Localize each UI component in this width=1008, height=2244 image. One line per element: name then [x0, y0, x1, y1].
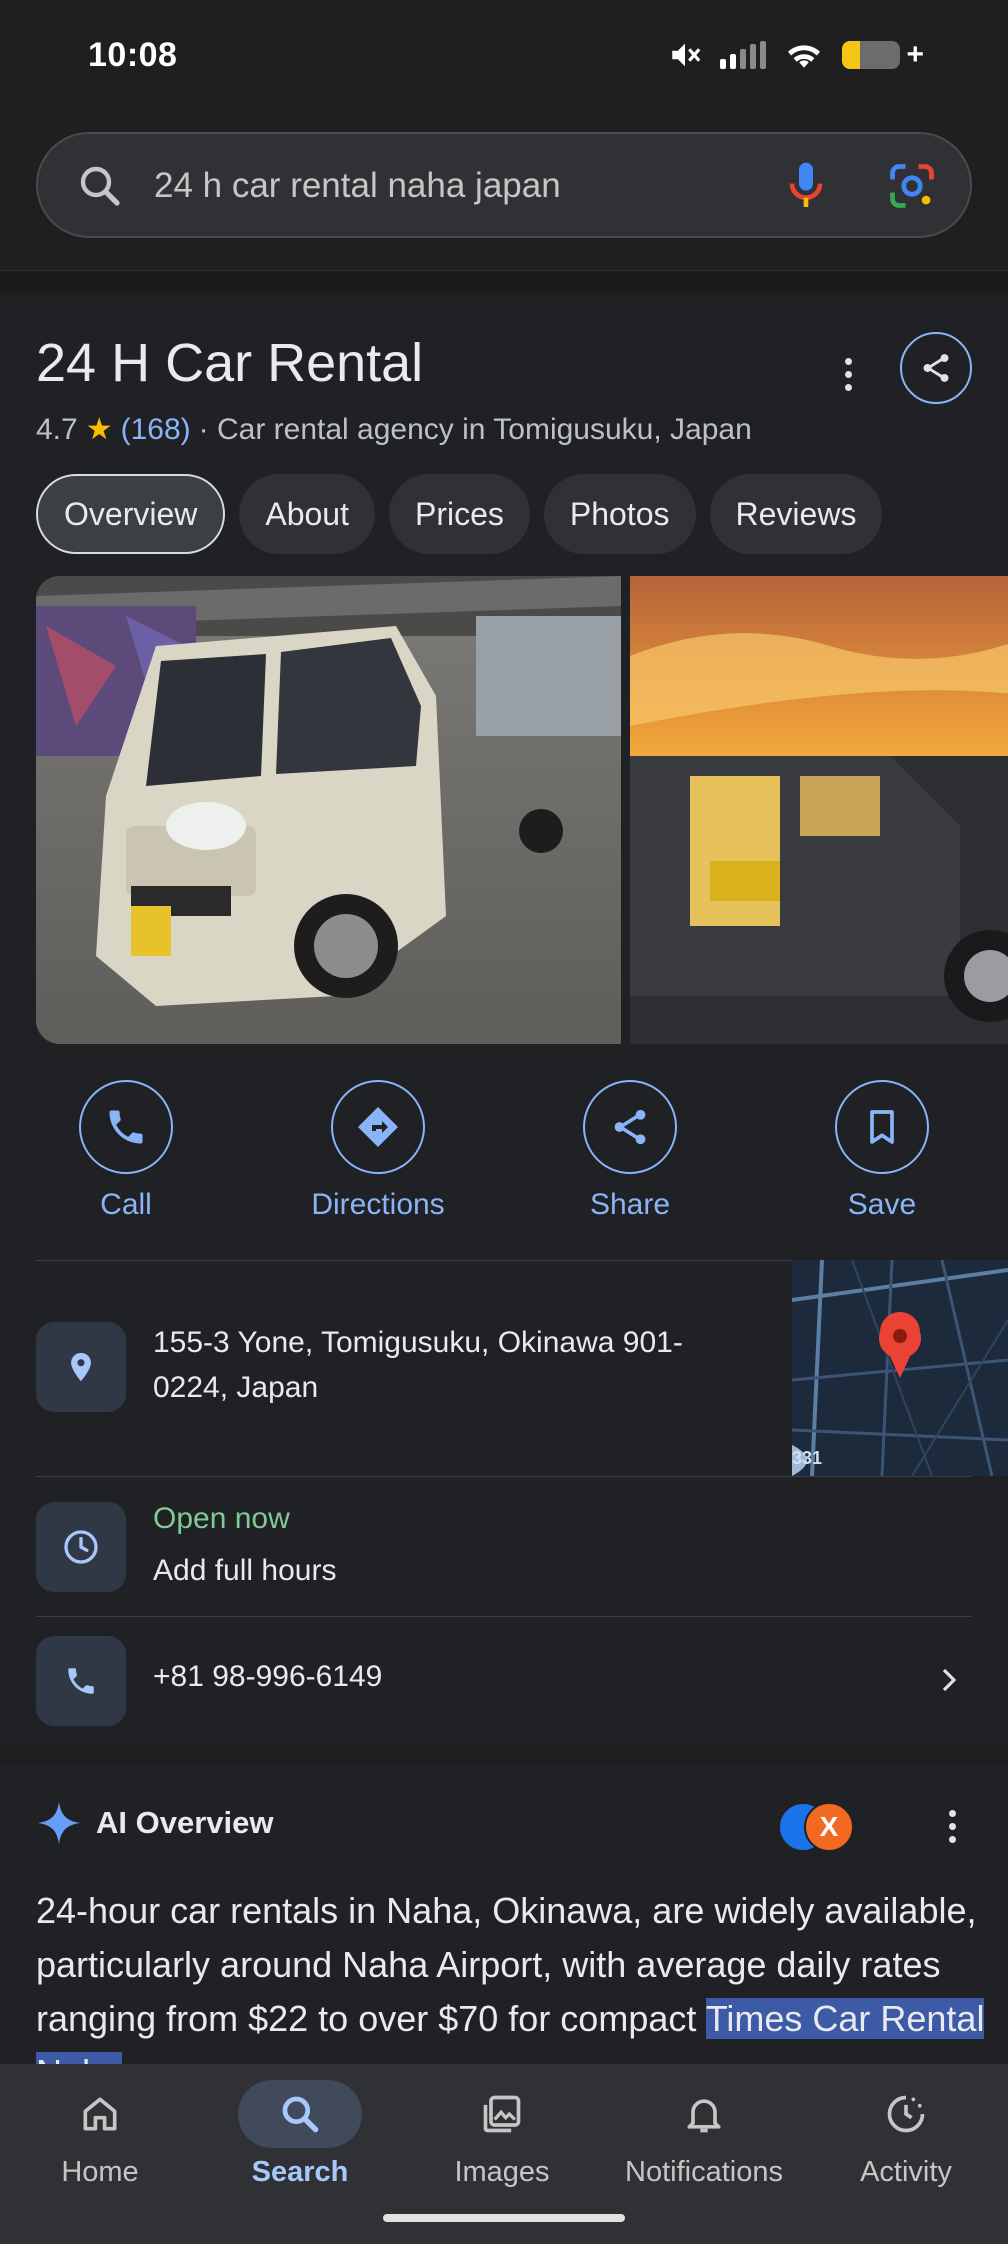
phone-icon: [68, 1668, 94, 1694]
sparkle-icon: [37, 1801, 81, 1845]
nav-images[interactable]: Images: [402, 2080, 602, 2189]
location-pin-icon: [71, 1352, 91, 1382]
business-category: · Car rental agency in Tomigusuku, Japan: [198, 412, 752, 446]
search-icon: [282, 2096, 319, 2133]
review-count-link[interactable]: (168): [121, 413, 191, 447]
call-button[interactable]: [79, 1080, 173, 1174]
share-button-top[interactable]: [900, 332, 972, 404]
mic-icon[interactable]: [778, 158, 834, 214]
directions-button[interactable]: [331, 1080, 425, 1174]
phone-icon-box: [36, 1636, 126, 1726]
nav-activity[interactable]: Activity: [806, 2080, 1006, 2189]
charging-icon: +: [906, 38, 924, 71]
phone-row[interactable]: +81 98-996-6149: [36, 1636, 972, 1728]
nav-home[interactable]: Home: [0, 2080, 200, 2189]
photo-white-van[interactable]: [36, 576, 621, 1044]
bell-icon: [687, 2099, 721, 2133]
photo-dark-van-sunset[interactable]: [630, 576, 1008, 1044]
section-divider: [0, 270, 1008, 294]
map-route-label: 331: [792, 1448, 823, 1468]
share-label: Share: [589, 1188, 671, 1221]
share-icon: [614, 1109, 646, 1145]
save-button[interactable]: [835, 1080, 929, 1174]
nav-search[interactable]: Search: [200, 2080, 400, 2189]
directions-icon: [358, 1107, 398, 1147]
ai-more-icon[interactable]: [944, 1810, 960, 1850]
search-bar[interactable]: 24 h car rental naha japan: [36, 132, 972, 238]
nav-images-label: Images: [454, 2156, 550, 2188]
status-time: 10:08: [88, 36, 178, 74]
clock-icon: [64, 1530, 98, 1564]
phone-icon: [109, 1110, 143, 1144]
search-icon: [80, 166, 120, 206]
bookmark-icon: [870, 1110, 894, 1144]
nav-activity-label: Activity: [860, 2156, 952, 2188]
images-icon: [483, 2095, 521, 2133]
share-icon: [923, 354, 949, 382]
share-action[interactable]: Share: [530, 1080, 730, 1222]
source-avatars[interactable]: X: [778, 1802, 858, 1854]
status-bar: 10:08 +: [0, 0, 1008, 112]
signal-icon: [720, 41, 767, 69]
directions-action[interactable]: Directions: [278, 1080, 478, 1222]
nav-home-label: Home: [61, 2156, 139, 2188]
action-row: Call Directions Share Save: [0, 1080, 1008, 1230]
save-label: Save: [847, 1188, 917, 1221]
home-icon: [83, 2097, 117, 2131]
nav-notifications[interactable]: Notifications: [604, 2080, 804, 2189]
phone-number: +81 98-996-6149: [153, 1660, 383, 1693]
ai-overview-title: AI Overview: [96, 1805, 274, 1840]
clock-icon-box: [36, 1502, 126, 1592]
rating-value: 4.7: [36, 412, 78, 446]
battery-icon: [842, 41, 901, 69]
tab-photos[interactable]: Photos: [543, 474, 696, 554]
nav-search-label: Search: [251, 2156, 349, 2188]
status-icons: +: [668, 38, 924, 72]
chevron-right-icon: [942, 1668, 957, 1692]
address-text: 155-3 Yone, Tomigusuku, Okinawa 901-0224…: [153, 1326, 683, 1404]
lens-icon[interactable]: [886, 160, 938, 212]
business-name: 24 H Car Rental: [36, 333, 424, 393]
star-icon: ★: [85, 413, 113, 446]
location-icon-box: [36, 1322, 126, 1412]
source-avatar-orange: X: [804, 1802, 854, 1852]
rating-line: 4.7 ★ (168) · Car rental agency in Tomig…: [36, 412, 752, 447]
open-status: Open now: [153, 1502, 290, 1535]
share-button[interactable]: [583, 1080, 677, 1174]
call-label: Call: [100, 1188, 152, 1221]
map-thumbnail[interactable]: 331: [792, 1260, 1008, 1476]
home-indicator[interactable]: [383, 2214, 625, 2222]
divider: [36, 1476, 972, 1477]
business-card: 24 H Car Rental 4.7 ★ (168) · Car rental…: [0, 296, 1008, 1746]
nav-notifications-label: Notifications: [625, 2156, 783, 2188]
directions-label: Directions: [311, 1188, 445, 1221]
add-hours-link[interactable]: Add full hours: [153, 1554, 336, 1588]
divider: [36, 1616, 972, 1617]
hours-row[interactable]: Open now Add full hours: [36, 1502, 972, 1614]
save-action[interactable]: Save: [782, 1080, 982, 1222]
tab-reviews[interactable]: Reviews: [709, 474, 883, 554]
ai-overview-card: AI Overview X 24-hour car rentals in Nah…: [0, 1764, 1008, 2093]
call-action[interactable]: Call: [26, 1080, 226, 1222]
mute-icon: [672, 43, 701, 67]
more-options-icon[interactable]: [830, 346, 866, 402]
business-tabs: Overview About Prices Photos Reviews: [36, 474, 883, 554]
search-input[interactable]: 24 h car rental naha japan: [154, 166, 561, 206]
activity-icon: [887, 2095, 925, 2133]
tab-overview[interactable]: Overview: [36, 474, 226, 554]
ai-overview-header: AI Overview: [36, 1800, 273, 1846]
wifi-icon: [788, 45, 821, 68]
photo-carousel[interactable]: [36, 576, 1008, 1044]
tab-prices[interactable]: Prices: [388, 474, 530, 554]
tab-about[interactable]: About: [239, 474, 375, 554]
